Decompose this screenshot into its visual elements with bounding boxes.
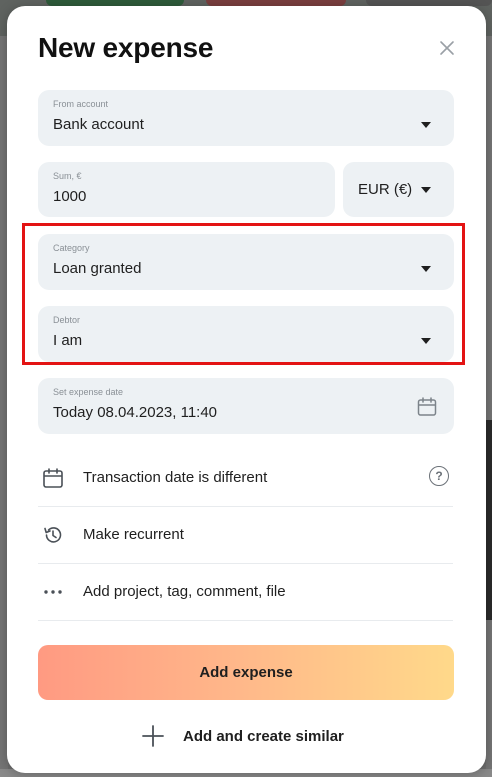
add-expense-button[interactable]: Add expense — [38, 645, 454, 700]
debtor-select[interactable]: Debtor I am — [38, 306, 454, 362]
help-icon[interactable]: ? — [429, 466, 449, 486]
make-recurrent-option[interactable]: Make recurrent — [38, 506, 453, 564]
calendar-icon — [43, 468, 63, 488]
add-and-create-similar-label: Add and create similar — [183, 727, 344, 745]
sum-value: 1000 — [53, 188, 87, 205]
debtor-value: I am — [53, 332, 83, 349]
make-recurrent-label: Make recurrent — [83, 526, 184, 543]
chevron-down-icon — [421, 266, 431, 272]
currency-value: EUR (€) — [358, 181, 413, 198]
sum-label: Sum, € — [53, 171, 82, 181]
transaction-date-option[interactable]: Transaction date is different ? — [38, 449, 453, 507]
category-value: Loan granted — [53, 260, 142, 277]
from-account-label: From account — [53, 99, 109, 109]
plus-icon — [142, 725, 164, 747]
sum-input[interactable]: Sum, € 1000 — [38, 162, 335, 217]
add-and-create-similar-button[interactable]: Add and create similar — [141, 718, 361, 754]
category-select[interactable]: Category Loan granted — [38, 234, 454, 290]
debtor-label: Debtor — [53, 315, 81, 325]
chevron-down-icon — [421, 187, 431, 193]
add-extras-option[interactable]: Add project, tag, comment, file — [38, 563, 453, 621]
calendar-icon[interactable] — [417, 397, 437, 417]
more-dots-icon — [44, 590, 62, 594]
chevron-down-icon — [421, 338, 431, 344]
expense-date-field[interactable]: Set expense date Today 08.04.2023, 11:40 — [38, 378, 454, 434]
background-right-dark — [486, 420, 492, 620]
background-right — [486, 36, 492, 777]
history-icon — [44, 527, 62, 543]
category-label: Category — [53, 243, 90, 253]
expense-date-label: Set expense date — [53, 387, 124, 397]
from-account-value: Bank account — [53, 116, 144, 133]
new-expense-dialog: New expense From account Bank account Su… — [7, 6, 486, 773]
expense-date-value: Today 08.04.2023, 11:40 — [53, 404, 218, 421]
from-account-select[interactable]: From account Bank account — [38, 90, 454, 146]
close-button[interactable] — [434, 35, 460, 61]
transaction-date-label: Transaction date is different — [83, 469, 268, 486]
dialog-title: New expense — [38, 32, 214, 63]
chevron-down-icon — [421, 122, 431, 128]
currency-select[interactable]: EUR (€) — [343, 162, 454, 217]
close-icon — [440, 41, 454, 55]
add-extras-label: Add project, tag, comment, file — [83, 583, 286, 600]
